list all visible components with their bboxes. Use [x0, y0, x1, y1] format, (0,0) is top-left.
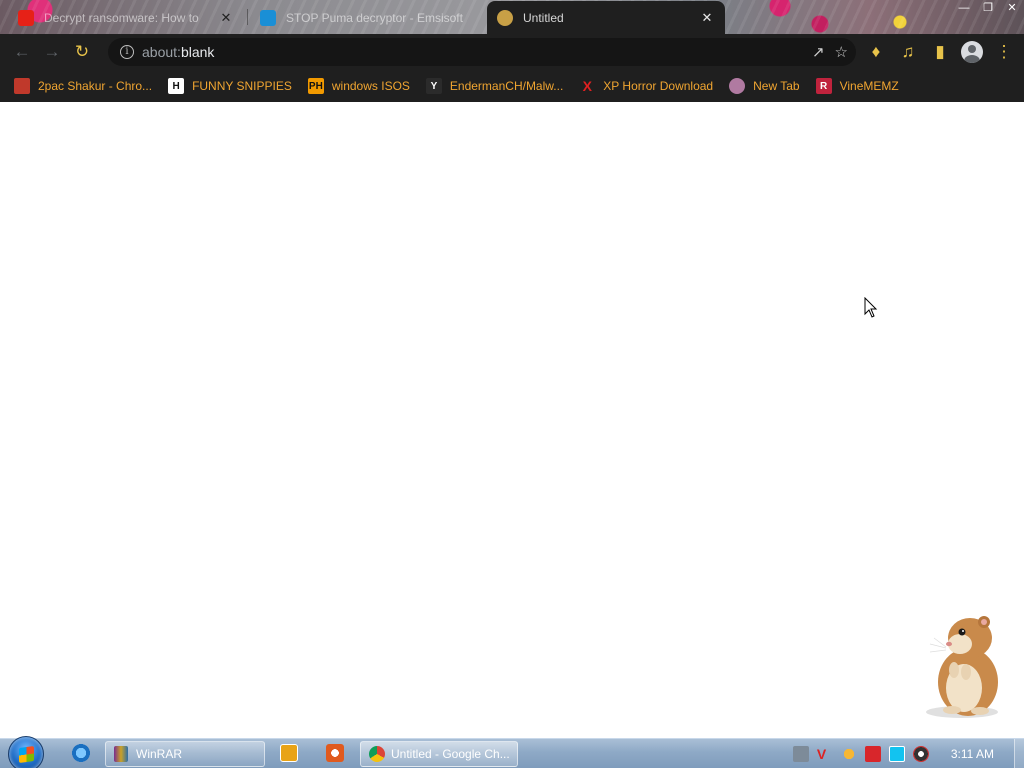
bookmark-endermanch[interactable]: Y EndermanCH/Malw...: [425, 78, 564, 94]
bookmark-2pac[interactable]: 2pac Shakur - Chro...: [14, 78, 152, 94]
tab-youtube[interactable]: Decrypt ransomware: How to ✕: [8, 2, 244, 34]
show-desktop-button[interactable]: [1014, 739, 1024, 768]
tab-title: STOP Puma decryptor - Emsisoft: [286, 11, 463, 25]
youtube-icon: [18, 10, 34, 26]
extensions-icon[interactable]: ♦: [860, 37, 892, 67]
x-letter-icon: X: [582, 78, 592, 94]
omnibox-actions: ↗ ☆: [812, 38, 848, 66]
address-url: about:blank: [142, 44, 214, 60]
bookmarks-bar: 2pac Shakur - Chro... H FUNNY SNIPPIES P…: [0, 70, 1024, 102]
start-button[interactable]: [8, 736, 44, 768]
taskbar-chrome[interactable]: Untitled - Google Ch...: [360, 741, 518, 767]
forward-icon[interactable]: →: [37, 37, 67, 67]
bookmark-funny-snippies[interactable]: H FUNNY SNIPPIES: [168, 78, 292, 94]
chrome-icon: [369, 746, 385, 762]
r-letter-icon: R: [815, 78, 832, 94]
page-content: [0, 102, 1024, 738]
browser-toolbar: ← → ↻ i about:blank ↗ ☆ ♦ ♫ ▮ ⋮: [0, 34, 1024, 70]
tray-flag-icon[interactable]: [864, 746, 881, 762]
bookmark-label: VineMEMZ: [839, 79, 899, 93]
side-panel-icon[interactable]: ▮: [924, 37, 956, 67]
url-path: blank: [180, 44, 215, 60]
site-info-icon[interactable]: i: [120, 45, 134, 59]
tray-network-icon[interactable]: [888, 746, 905, 762]
bookmark-label: XP Horror Download: [603, 79, 714, 93]
tray-circle-icon[interactable]: [912, 746, 929, 762]
minimize-icon[interactable]: —: [952, 0, 976, 18]
restore-icon[interactable]: ❐: [976, 0, 1000, 18]
blank-page-icon: [497, 9, 513, 26]
back-icon[interactable]: ←: [7, 37, 37, 67]
close-window-icon[interactable]: ✕: [1000, 0, 1024, 18]
toolbar-right: ♦ ♫ ▮ ⋮: [860, 37, 1020, 67]
media-icon[interactable]: ♫: [892, 37, 924, 67]
internet-explorer-icon[interactable]: [72, 744, 90, 762]
tray-v-icon[interactable]: V: [817, 746, 833, 762]
tab-title: Decrypt ransomware: How to: [44, 11, 199, 25]
bookmark-windows-isos[interactable]: PH windows ISOS: [307, 78, 410, 94]
media-player-icon[interactable]: [280, 744, 298, 762]
generic-app-icon[interactable]: [326, 744, 344, 762]
taskbar-clock[interactable]: 3:11 AM: [951, 747, 994, 761]
globe-icon: [729, 78, 746, 94]
taskbar-item-label: WinRAR: [136, 747, 183, 761]
winrar-icon: [114, 746, 128, 762]
bookmark-label: windows ISOS: [331, 79, 410, 93]
tab-title: Untitled: [523, 10, 564, 25]
y-letter-icon: Y: [425, 78, 442, 94]
mouse-cursor-icon: [864, 297, 878, 318]
close-icon[interactable]: ✕: [218, 10, 234, 26]
taskbar-item-label: Untitled - Google Ch...: [391, 747, 510, 761]
tray-search-icon[interactable]: [840, 746, 857, 762]
menu-icon[interactable]: ⋮: [988, 37, 1020, 67]
share-icon[interactable]: ↗: [812, 43, 825, 61]
tab-untitled[interactable]: Untitled ✕: [487, 1, 725, 34]
taskbar-winrar[interactable]: WinRAR: [105, 741, 265, 767]
star-icon[interactable]: ☆: [835, 43, 848, 61]
reload-icon[interactable]: ↻: [67, 37, 97, 67]
profile-icon[interactable]: [961, 41, 983, 63]
tab-strip: Decrypt ransomware: How to ✕ STOP Puma d…: [0, 0, 1024, 34]
url-scheme: about:: [142, 44, 181, 60]
ph-logo-icon: PH: [307, 78, 324, 94]
tray-app-1-icon[interactable]: [792, 746, 809, 762]
bookmark-label: 2pac Shakur - Chro...: [38, 79, 153, 93]
bookmark-new-tab[interactable]: New Tab: [729, 78, 800, 94]
windows-taskbar: WinRAR Untitled - Google Ch... V 3:11 AM: [0, 736, 1024, 768]
bookmark-label: EndermanCH/Malw...: [449, 79, 564, 93]
windows-logo-icon: [19, 745, 34, 764]
address-bar[interactable]: i about:blank ↗ ☆: [108, 38, 856, 66]
tab-separator: [247, 9, 248, 25]
bookmark-label: FUNNY SNIPPIES: [192, 79, 292, 93]
bookmark-vinememz[interactable]: R VineMEMZ: [815, 78, 899, 94]
hamster-desktop-pet-icon[interactable]: [918, 614, 1010, 720]
red-tab-icon: [14, 78, 30, 94]
bookmark-label: New Tab: [753, 79, 800, 93]
bookmark-xp-horror[interactable]: X XP Horror Download: [579, 78, 714, 94]
window-controls: — ❐ ✕: [952, 0, 1024, 18]
system-tray: V 3:11 AM: [792, 739, 1024, 768]
shield-icon: [260, 10, 276, 26]
close-icon[interactable]: ✕: [699, 10, 715, 26]
tab-emsisoft[interactable]: STOP Puma decryptor - Emsisoft: [250, 2, 482, 34]
h-letter-icon: H: [168, 78, 185, 94]
